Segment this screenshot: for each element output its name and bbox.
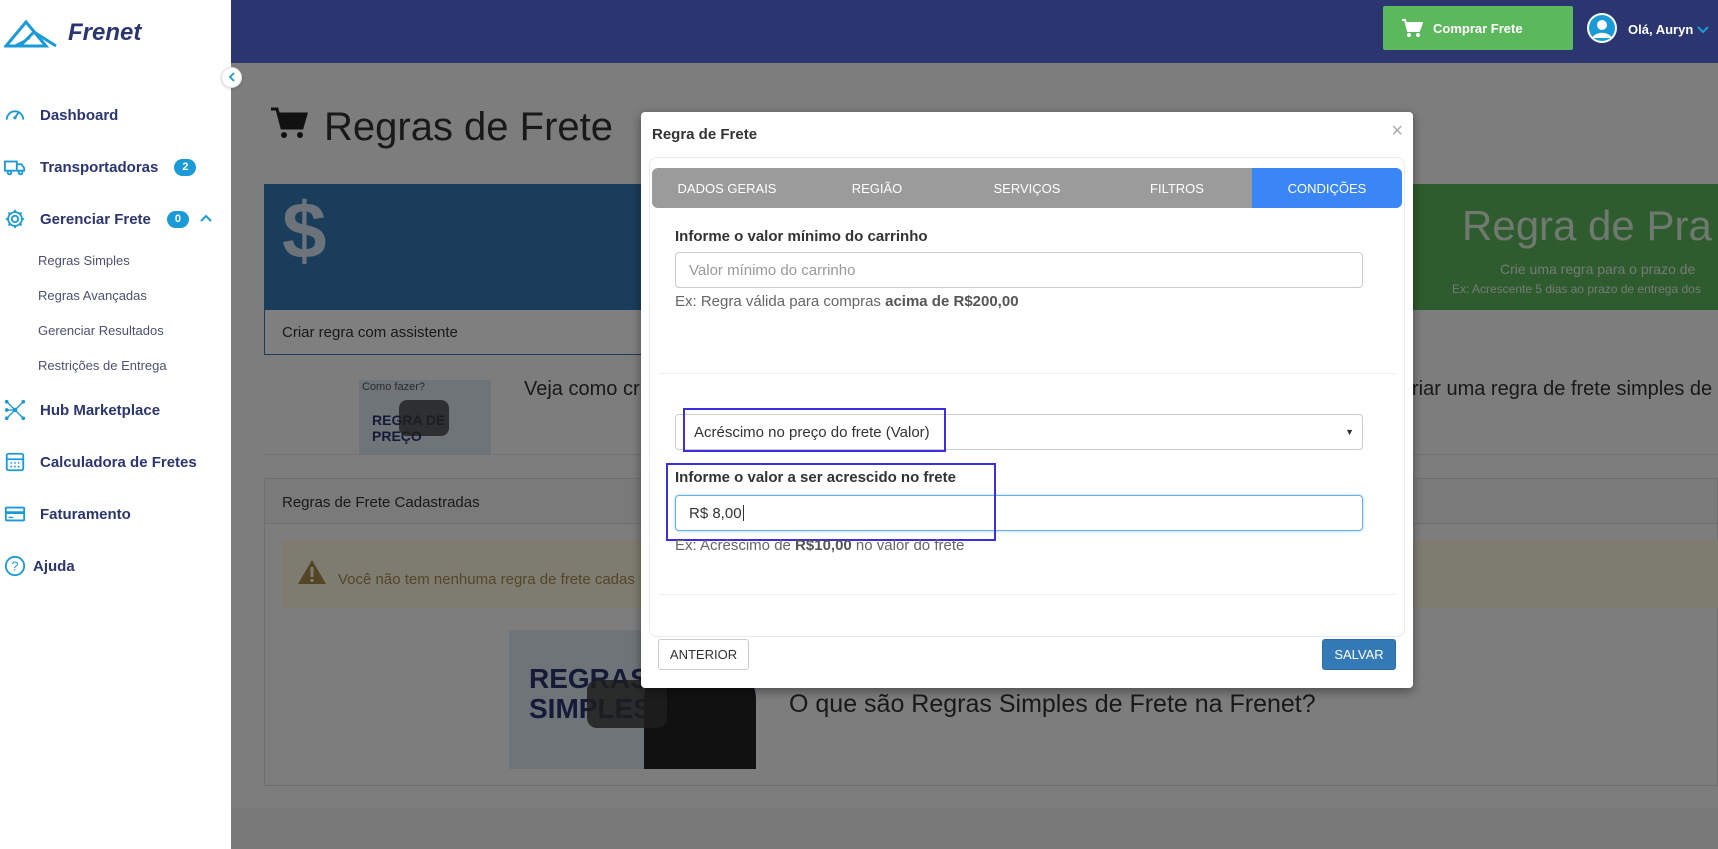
close-icon[interactable]: × [1391,120,1403,143]
tab-servicos[interactable]: SERVIÇOS [952,168,1102,208]
chevron-left-icon [228,69,236,87]
brand-name: Frenet [68,19,142,46]
sidebar-subitem-gerenciar-resultados[interactable]: Gerenciar Resultados [38,323,164,338]
transportadoras-count-badge: 2 [174,158,197,176]
truck-icon [3,155,27,179]
dashboard-icon [3,103,27,127]
sidebar-item-calculadora-fretes[interactable]: Calculadora de Fretes [0,447,197,477]
freight-rule-modal: Regra de Frete × DADOS GERAIS REGIÃO SER… [641,112,1413,688]
increase-value-help: Ex: Acréscimo de R$10,00 no valor do fre… [675,537,964,554]
sidebar-item-dashboard[interactable]: Dashboard [0,100,118,130]
sidebar-item-label: Faturamento [40,505,131,523]
increase-help-prefix: Ex: Acréscimo de [675,537,796,554]
network-icon [3,398,27,422]
sidebar-item-label: Calculadora de Fretes [40,453,197,471]
sidebar-item-transportadoras[interactable]: Transportadoras 2 [0,152,197,182]
sidebar-item-ajuda[interactable]: ? Ajuda [0,551,75,581]
min-cart-help-prefix: Ex: Regra válida para compras [675,293,886,310]
credit-card-icon [3,502,27,526]
highlight-box-select [683,408,946,452]
tab-dados-gerais[interactable]: DADOS GERAIS [652,168,802,208]
min-cart-help-bold: acima de R$200,00 [885,293,1019,310]
sidebar-item-gerenciar-frete[interactable]: Gerenciar Frete 0 [0,204,213,234]
previous-button[interactable]: ANTERIOR [658,639,749,670]
sidebar: Frenet Dashboard Transportadoras 2 Geren… [0,0,231,849]
frenet-logo-icon [4,19,57,48]
increase-help-bold: R$10,00 [795,537,852,554]
user-avatar-icon [1586,12,1618,47]
sidebar-item-label: Dashboard [40,106,119,124]
divider [659,373,1395,374]
sidebar-item-faturamento[interactable]: Faturamento [0,499,131,529]
tab-regiao[interactable]: REGIÃO [802,168,952,208]
cart-icon [1402,19,1423,37]
gear-icon [3,207,27,231]
gerenciar-frete-count-badge: 0 [166,210,189,228]
sidebar-collapse-button[interactable] [221,67,242,88]
sidebar-item-label: Gerenciar Frete [40,210,151,228]
highlight-box-increase [666,463,996,541]
chevron-down-icon [1697,22,1709,37]
dropdown-arrow-icon: ▼ [1345,427,1354,437]
sidebar-subitem-restricoes-entrega[interactable]: Restrições de Entrega [38,358,167,373]
min-cart-label: Informe o valor mínimo do carrinho [675,228,928,245]
divider [659,594,1395,595]
svg-text:?: ? [11,559,18,574]
min-cart-input[interactable]: Valor mínimo do carrinho [675,252,1363,288]
save-button[interactable]: SALVAR [1322,639,1396,670]
sidebar-subitem-regras-simples[interactable]: Regras Simples [38,253,130,268]
sidebar-item-label: Transportadoras [40,158,159,176]
frenet-logo[interactable]: Frenet [4,18,141,48]
tab-condicoes[interactable]: CONDIÇÕES [1252,168,1402,208]
buy-freight-button[interactable]: Comprar Frete [1383,6,1573,50]
chevron-up-icon [199,210,213,228]
help-icon: ? [3,554,27,578]
user-greeting: Olá, Auryn [1628,22,1694,37]
sidebar-item-label: Hub Marketplace [40,401,161,419]
sidebar-item-hub-marketplace[interactable]: Hub Marketplace [0,395,160,425]
sidebar-item-label: Ajuda [33,557,75,575]
modal-tabs: DADOS GERAIS REGIÃO SERVIÇOS FILTROS CON… [652,168,1402,208]
sidebar-subitem-regras-avancadas[interactable]: Regras Avançadas [38,288,147,303]
min-cart-help: Ex: Regra válida para compras acima de R… [675,293,1019,310]
user-menu[interactable]: Olá, Auryn [1586,12,1709,47]
increase-help-suffix: no valor do frete [851,537,965,554]
buy-freight-label: Comprar Frete [1433,20,1523,36]
calculator-icon [3,450,27,474]
tab-filtros[interactable]: FILTROS [1102,168,1252,208]
modal-title: Regra de Frete [652,126,758,143]
